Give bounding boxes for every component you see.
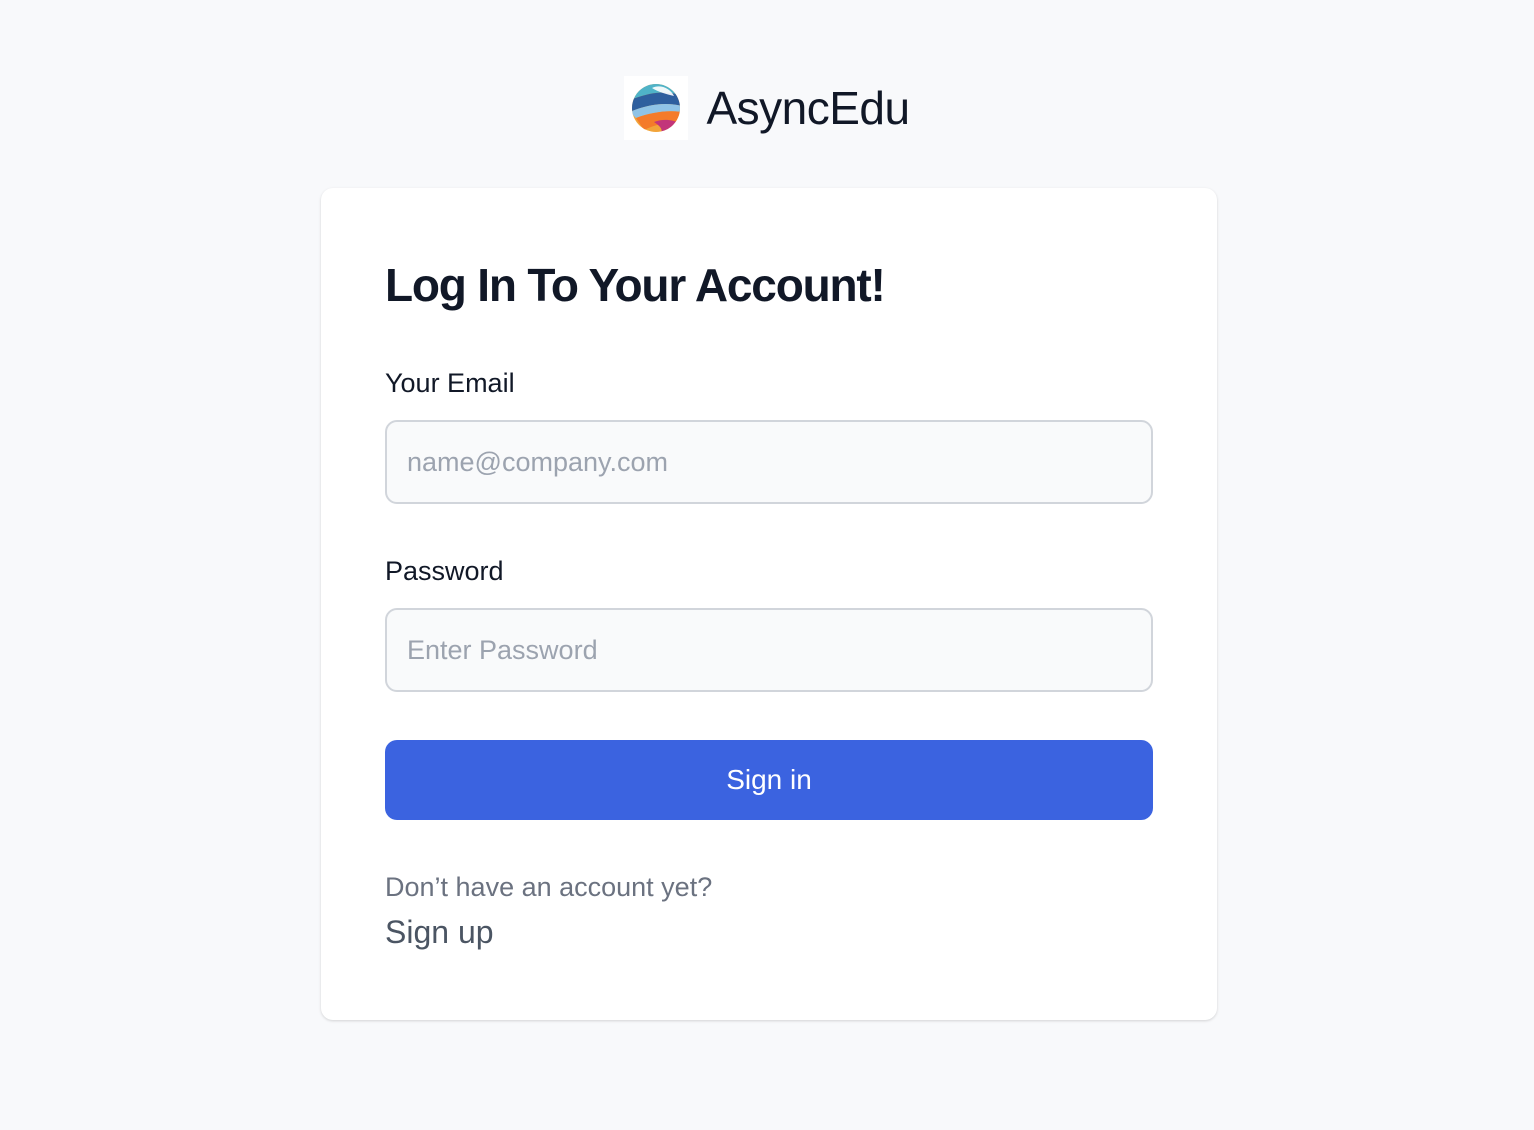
asyncedu-logo-icon: [624, 76, 689, 140]
brand-name: AsyncEdu: [706, 82, 910, 134]
sign-in-button[interactable]: Sign in: [385, 740, 1153, 820]
brand-header: AsyncEdu: [0, 76, 1534, 140]
email-input[interactable]: [385, 420, 1153, 504]
email-label: Your Email: [385, 368, 515, 398]
sign-up-link[interactable]: Sign up: [385, 914, 494, 951]
password-input[interactable]: [385, 608, 1153, 692]
no-account-text: Don’t have an account yet?: [385, 872, 713, 902]
login-card: Log In To Your Account! Your Email Passw…: [321, 188, 1217, 1020]
password-label: Password: [385, 556, 504, 586]
page-title: Log In To Your Account!: [385, 259, 886, 311]
